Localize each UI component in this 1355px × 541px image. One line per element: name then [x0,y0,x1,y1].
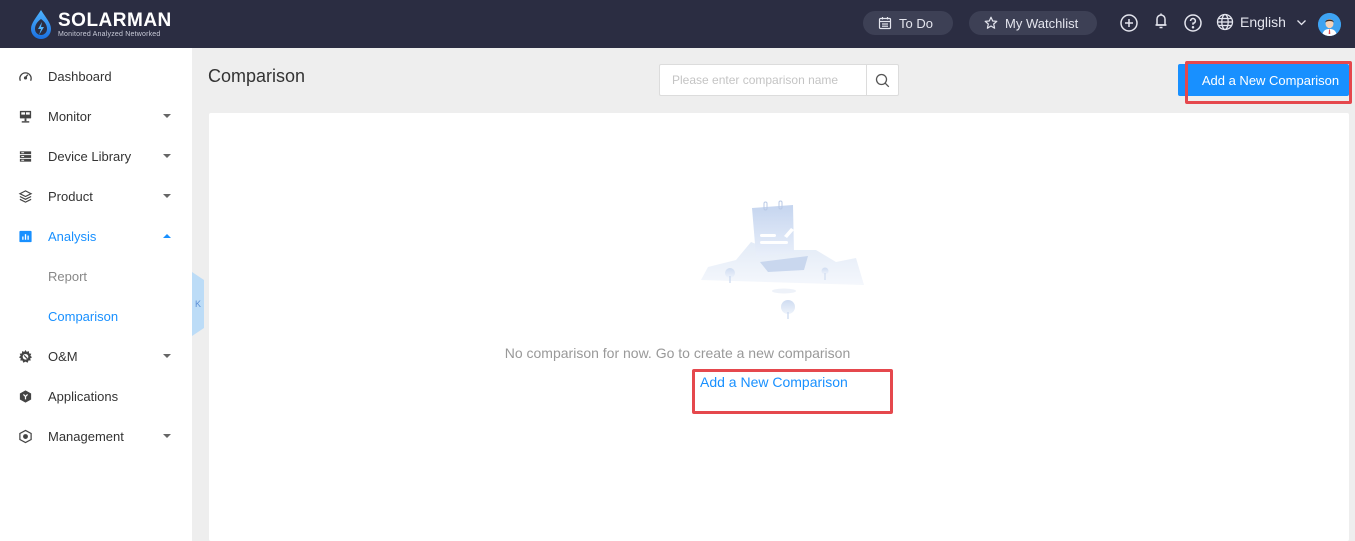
sidebar-item-device-library[interactable]: Device Library [0,136,192,176]
plus-circle-icon[interactable] [1119,13,1139,33]
sidebar-item-analysis[interactable]: Analysis [0,216,192,256]
top-bar: SOLARMAN Monitored Analyzed Networked To… [0,0,1355,48]
sidebar-item-label: Product [48,188,93,204]
todo-label: To Do [899,15,933,31]
device-library-icon [17,148,33,164]
sidebar-item-label: Applications [48,388,119,404]
caret-down-icon [163,194,171,198]
page-title: Comparison [208,66,306,86]
layers-icon [17,188,33,204]
caret-down-icon [163,114,171,118]
applications-icon [17,388,33,404]
sidebar-item-label: Management [48,428,124,444]
content-card [209,113,1349,541]
brand-name: SOLARMAN [58,9,172,31]
sidebar-item-dashboard[interactable]: Dashboard [0,56,192,96]
search-icon [875,73,890,87]
monitor-icon [17,108,33,124]
dashboard-icon [17,68,33,84]
management-icon [17,428,33,444]
sidebar-item-management[interactable]: Management [0,416,192,456]
search-box [659,64,899,96]
sidebar-item-monitor[interactable]: Monitor [0,96,192,136]
sidebar-item-label: Device Library [48,148,132,164]
sidebar-subitem-report[interactable]: Report [0,256,192,296]
sidebar-subitem-label: Comparison [48,308,119,324]
collapse-glyph: K [195,299,201,309]
star-icon [984,16,998,29]
caret-up-icon [163,234,171,238]
search-input[interactable] [660,65,866,95]
language-selector[interactable]: English [1216,13,1307,31]
caret-down-icon [163,434,171,438]
empty-state-illustration [701,200,864,319]
sidebar-item-label: Analysis [48,228,97,244]
sidebar-item-product[interactable]: Product [0,176,192,216]
sidebar: Dashboard Monitor Device Library Product… [0,48,192,541]
calendar-icon [878,17,892,30]
bar-chart-icon [17,228,33,244]
add-new-comparison-link[interactable]: Add a New Comparison [700,374,848,390]
bell-icon[interactable] [1151,11,1171,31]
sidebar-item-label: Monitor [48,108,92,124]
todo-button[interactable]: To Do [863,11,953,35]
watchlist-button[interactable]: My Watchlist [969,11,1097,35]
chevron-down-icon [1296,19,1306,25]
sidebar-subitem-label: Report [48,268,88,284]
globe-icon [1216,13,1234,31]
search-button[interactable] [866,65,898,95]
logo[interactable]: SOLARMAN Monitored Analyzed Networked [28,8,172,40]
watchlist-label: My Watchlist [1005,15,1079,31]
add-new-comparison-button[interactable]: Add a New Comparison [1178,64,1349,96]
solarman-logo-icon [31,10,51,39]
brand-tagline: Monitored Analyzed Networked [58,30,161,38]
help-icon[interactable] [1183,13,1203,33]
empty-state-message: No comparison for now. Go to create a ne… [504,345,851,361]
sidebar-subitem-comparison[interactable]: Comparison [0,296,192,336]
avatar[interactable] [1318,13,1341,36]
sidebar-item-label: Dashboard [48,68,112,84]
language-label: English [1240,14,1286,30]
sidebar-collapse-handle[interactable]: K [192,272,204,336]
caret-down-icon [163,154,171,158]
sidebar-item-applications[interactable]: Applications [0,376,192,416]
